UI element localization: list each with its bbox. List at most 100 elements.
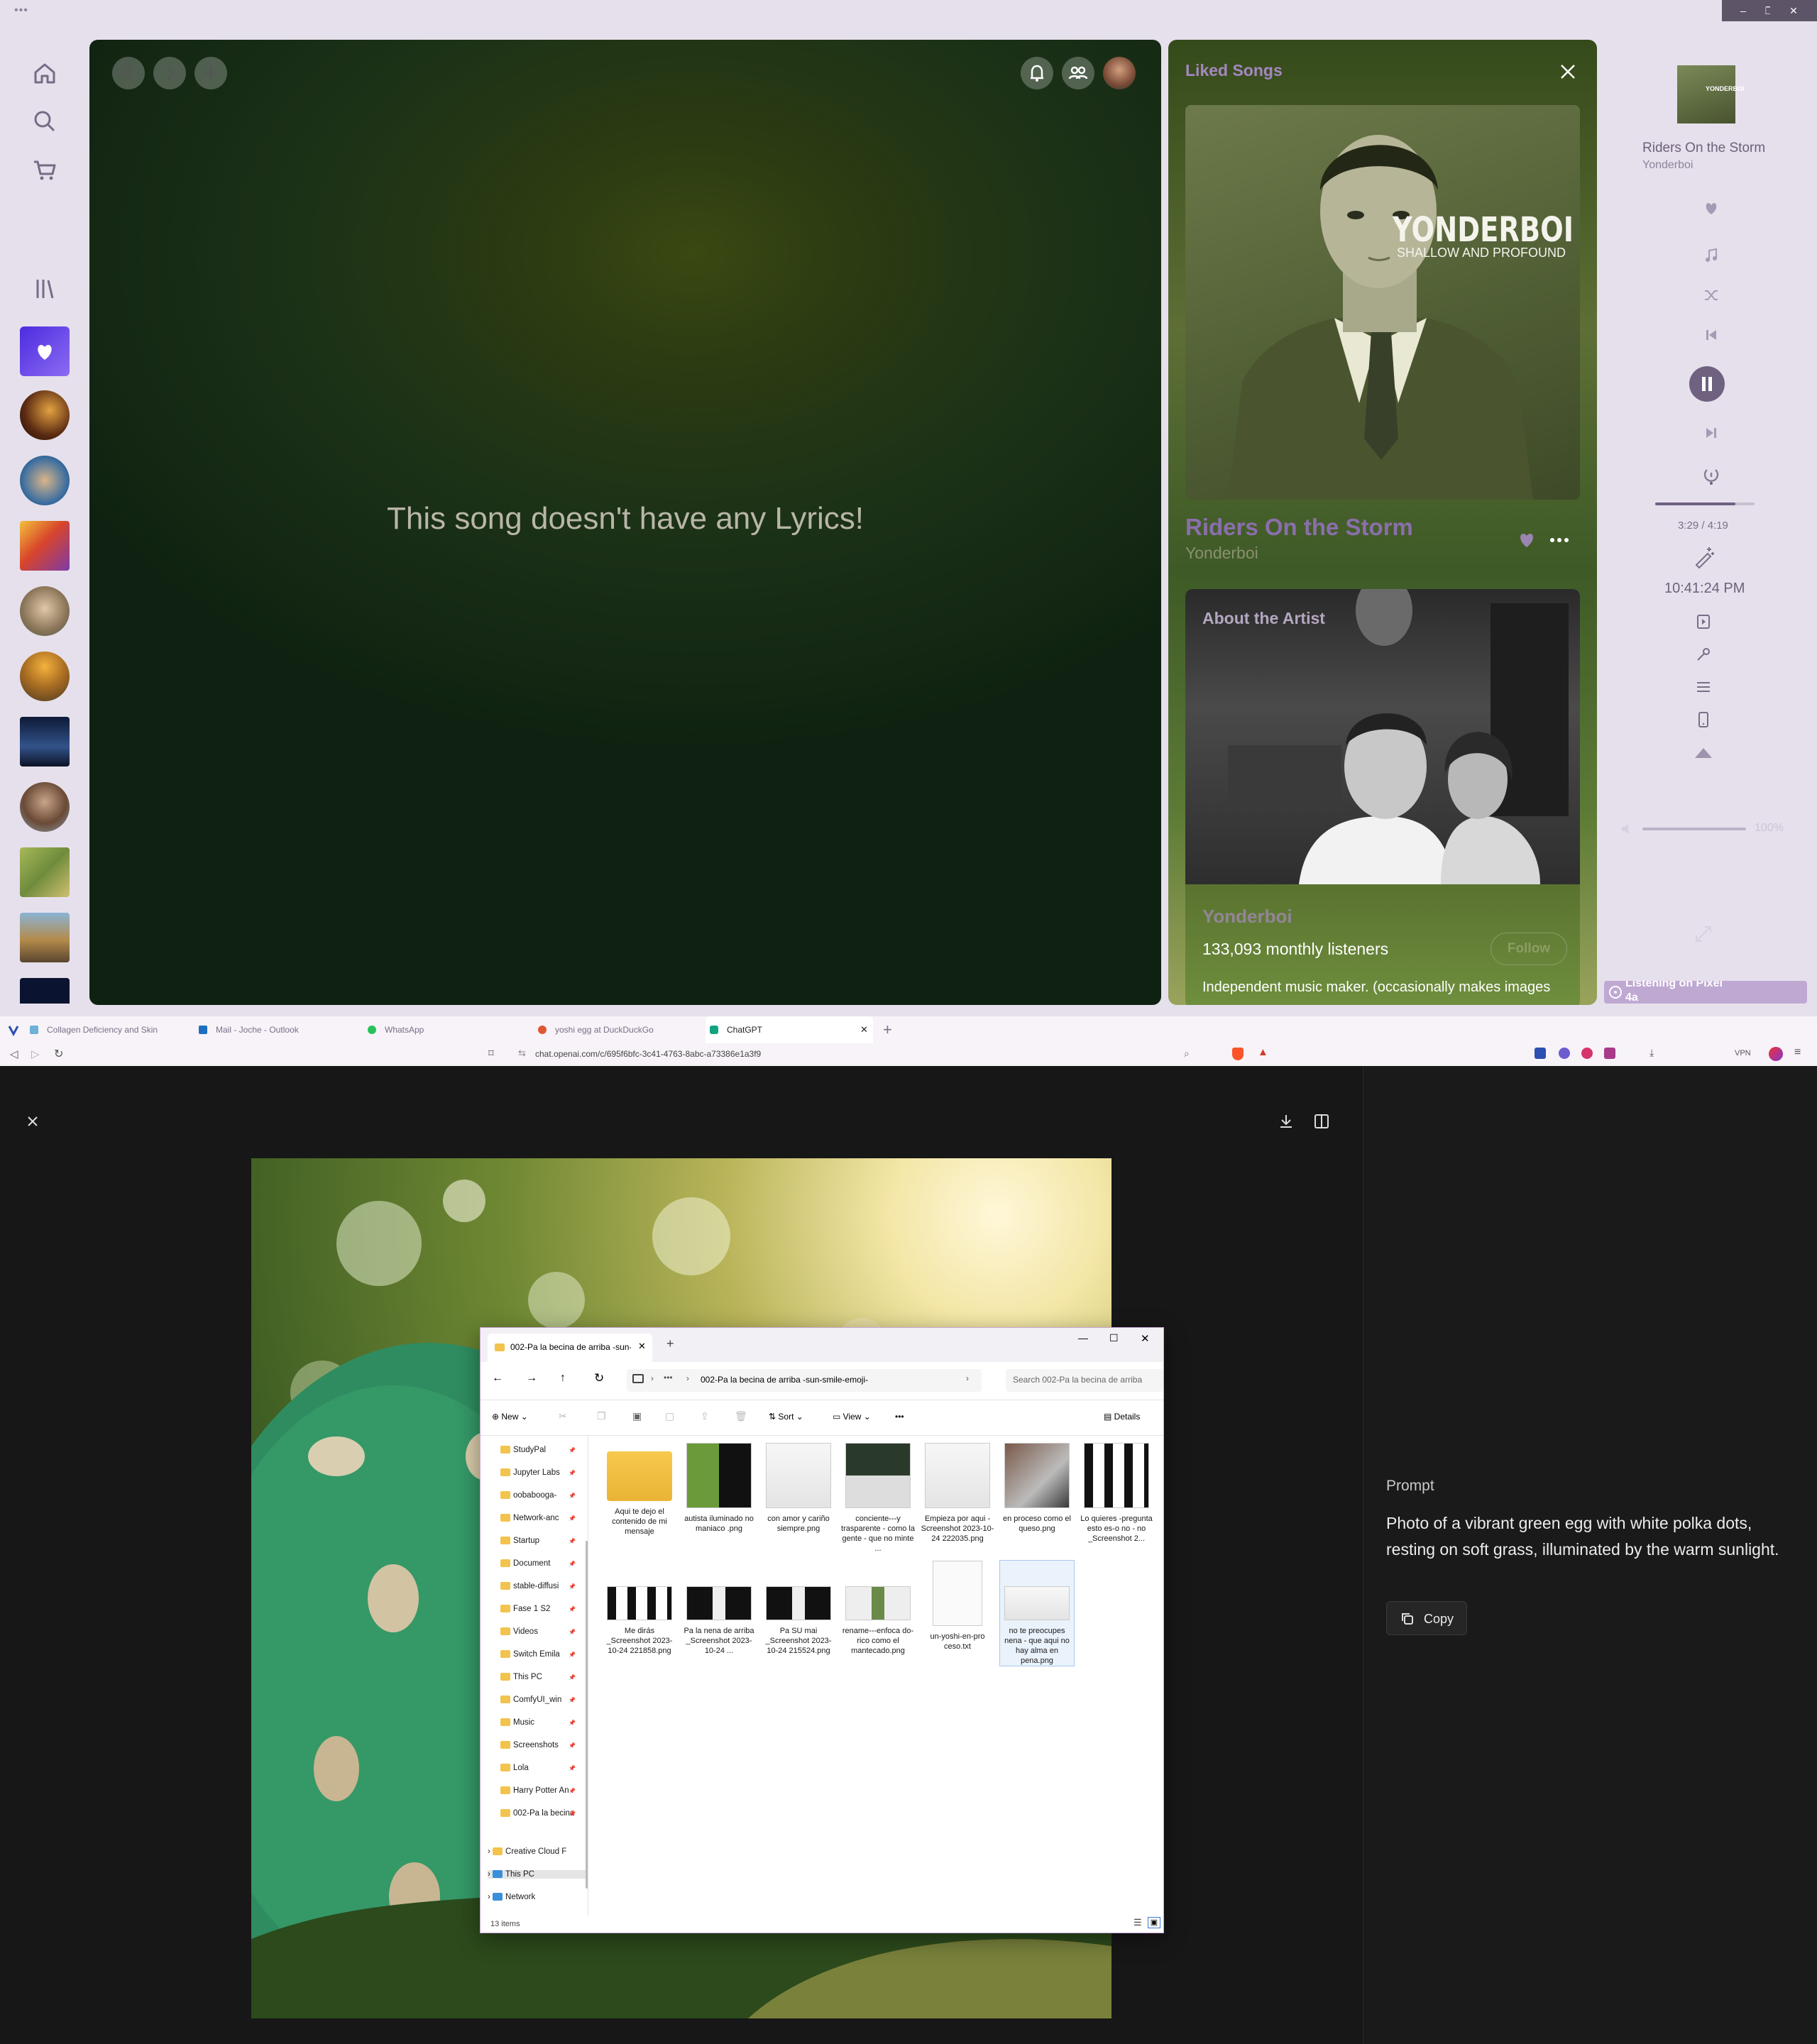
music-note-icon[interactable] (1703, 247, 1720, 264)
search-icon[interactable] (28, 105, 61, 138)
site-info-icon[interactable]: ⇆ (518, 1048, 526, 1059)
menu-icon[interactable]: ≡ (1794, 1046, 1801, 1059)
home-icon[interactable] (28, 57, 61, 89)
playlist-thumbnail[interactable] (20, 456, 70, 505)
close-tab-icon[interactable]: ✕ (638, 1341, 646, 1352)
device-icon[interactable] (1695, 711, 1712, 728)
player-track-title[interactable]: Riders On the Storm (1642, 141, 1765, 156)
extension-icon[interactable] (1559, 1048, 1570, 1059)
playlist-thumbnail[interactable] (20, 978, 70, 1004)
nav-root-item[interactable]: › This PC (488, 1870, 586, 1879)
profile-avatar[interactable] (1769, 1047, 1783, 1061)
next-icon[interactable] (1703, 424, 1720, 441)
refresh-icon[interactable]: ↻ (594, 1371, 604, 1385)
playlist-thumbnail[interactable] (20, 913, 70, 962)
file-item[interactable]: rename---enfoca do-rico como el mantecad… (841, 1561, 915, 1656)
tab-chatgpt[interactable]: ChatGPT ✕ (706, 1016, 873, 1043)
close-panel-button[interactable] (1557, 61, 1579, 82)
file-item[interactable]: Pa la nena de arriba _Screenshot 2023-10… (682, 1561, 756, 1656)
nav-root-item[interactable]: › Creative Cloud F (488, 1847, 580, 1856)
speaker-icon[interactable] (1620, 822, 1634, 836)
tab-collagen[interactable]: Collagen Deficiency and Skin (30, 1016, 192, 1043)
like-button[interactable] (1516, 529, 1537, 551)
view-button[interactable]: ▭ View ⌄ (833, 1412, 871, 1422)
minimize-button[interactable]: — (1078, 1332, 1088, 1344)
pause-button[interactable] (1689, 366, 1725, 402)
rename-icon[interactable]: ▢ (665, 1410, 674, 1422)
notifications-button[interactable] (1021, 57, 1053, 89)
zoom-icon[interactable]: ⌕ (1184, 1048, 1190, 1060)
maximize-button[interactable]: ☐ (1109, 1332, 1119, 1344)
sort-button[interactable]: ⇅ Sort ⌄ (769, 1412, 803, 1422)
nav-root-item[interactable]: › Network (488, 1893, 580, 1901)
breadcrumb[interactable]: › ••• › 002-Pa la becina de arriba -sun-… (627, 1369, 982, 1392)
file-item[interactable]: un-yoshi-en-pro ceso.txt (921, 1561, 994, 1652)
extension-icon[interactable] (1535, 1048, 1546, 1059)
bookmark-icon[interactable]: ⌑ (488, 1047, 494, 1060)
breadcrumb-overflow[interactable]: ••• (664, 1373, 673, 1383)
magic-wand-icon[interactable] (1692, 545, 1716, 569)
breadcrumb-current[interactable]: 002-Pa la becina de arriba -sun-smile-em… (701, 1375, 868, 1385)
repeat-icon[interactable] (1701, 466, 1721, 485)
playlist-thumbnail[interactable] (20, 390, 70, 440)
tab-duckduckgo[interactable]: yoshi egg at DuckDuckGo (538, 1016, 700, 1043)
playlist-thumbnail[interactable] (20, 847, 70, 897)
extension-icon[interactable] (1604, 1048, 1615, 1059)
liked-songs-tile[interactable] (20, 326, 70, 376)
back-icon[interactable]: ← (492, 1372, 503, 1385)
up-icon[interactable]: ↑ (560, 1372, 566, 1385)
chevron-right-icon[interactable]: › (488, 1893, 493, 1901)
shuffle-icon[interactable] (1703, 287, 1720, 304)
vpn-label[interactable]: VPN (1735, 1049, 1751, 1057)
file-item[interactable]: Lo quieres -pregunta esto es-o no - no _… (1080, 1443, 1153, 1544)
explorer-tab[interactable]: 002-Pa la becina de arriba -sun- ✕ (488, 1334, 652, 1362)
player-track-artist[interactable]: Yonderboi (1642, 159, 1693, 172)
song-artist[interactable]: Yonderboi (1185, 544, 1258, 563)
chevron-right-icon[interactable]: › (488, 1870, 493, 1879)
cart-icon[interactable] (28, 153, 61, 186)
extension-icon[interactable] (1581, 1048, 1593, 1059)
new-tab-button[interactable]: + (666, 1336, 674, 1351)
share-icon[interactable]: ⇪ (701, 1410, 709, 1422)
delete-icon[interactable]: 🗑 (735, 1410, 747, 1422)
close-icon[interactable] (23, 1111, 43, 1131)
tab-whatsapp[interactable]: WhatsApp (368, 1016, 529, 1043)
copy-icon[interactable]: ❐ (597, 1410, 606, 1422)
playlist-thumbnail[interactable] (20, 782, 70, 832)
playlist-thumbnail[interactable] (20, 652, 70, 701)
avatar[interactable] (1103, 57, 1136, 89)
more-options-button[interactable]: ••• (895, 1412, 904, 1422)
video-icon[interactable] (1695, 613, 1712, 630)
url-field[interactable]: chat.openai.com/c/695f6bfc-3c41-4763-8ab… (535, 1049, 761, 1059)
file-item[interactable]: Me dirás _Screenshot 2023-10-24 221858.p… (603, 1561, 676, 1656)
close-window-button[interactable]: ✕ (1770, 0, 1817, 21)
reload-icon[interactable]: ↻ (54, 1047, 63, 1061)
progress-bar[interactable] (1655, 502, 1755, 505)
microphone-icon[interactable] (1695, 646, 1712, 663)
app-menu-dots[interactable]: ••• (14, 4, 28, 17)
new-button[interactable]: ⊕ New ⌄ (492, 1412, 528, 1422)
back-button[interactable] (112, 57, 145, 89)
previous-icon[interactable] (1703, 326, 1720, 344)
playlist-thumbnail[interactable] (20, 521, 70, 571)
add-button[interactable] (194, 57, 227, 89)
brave-shield-icon[interactable] (1232, 1048, 1244, 1060)
more-options-button[interactable] (1547, 529, 1571, 551)
file-item[interactable]: en proceso como el queso.png (1000, 1443, 1074, 1534)
forward-icon[interactable]: → (526, 1372, 537, 1385)
volume-slider[interactable] (1642, 828, 1746, 830)
friends-activity-button[interactable] (1062, 57, 1094, 89)
forward-icon[interactable]: ▷ (31, 1048, 40, 1060)
file-item[interactable]: Aqui te dejo el contenido de mi mensaje (603, 1443, 676, 1537)
new-tab-button[interactable]: + (883, 1021, 892, 1039)
file-item[interactable]: conciente---y trasparente - como la gent… (841, 1443, 915, 1554)
file-item[interactable]: no te preocupes nena - que aqui no hay a… (999, 1560, 1075, 1666)
file-item[interactable]: con amor y cariño siempre.png (762, 1443, 835, 1534)
back-icon[interactable]: ◁ (10, 1048, 18, 1060)
file-item[interactable]: Empieza por aqui - Screenshot 2023-10-24… (921, 1443, 994, 1544)
warning-icon[interactable]: ▲ (1258, 1046, 1268, 1058)
list-view-icon[interactable]: ☰ (1133, 1917, 1142, 1928)
close-tab-icon[interactable]: ✕ (860, 1016, 868, 1043)
queue-icon[interactable] (1695, 678, 1712, 696)
details-button[interactable]: ▤ Details (1104, 1412, 1140, 1422)
